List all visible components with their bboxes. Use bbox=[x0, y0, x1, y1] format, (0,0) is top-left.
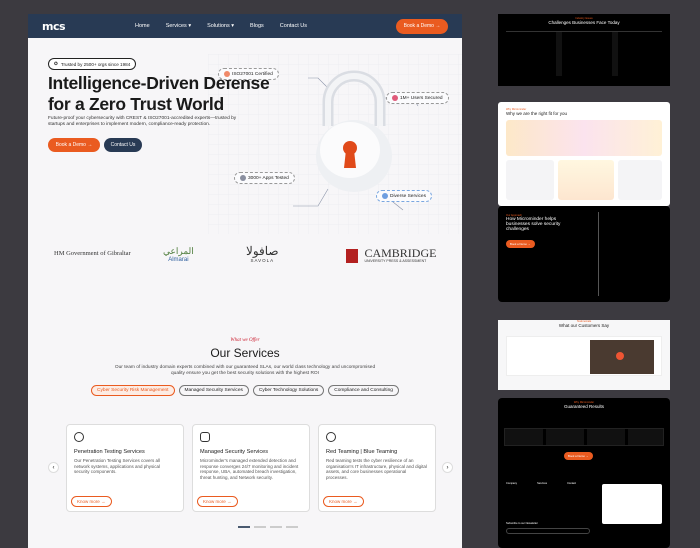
nav-blogs[interactable]: Blogs bbox=[250, 23, 264, 29]
gibraltar-logo: HM Government of Gibraltar bbox=[54, 250, 131, 257]
apps-tested-pill: 3000+ Apps Tested bbox=[234, 172, 295, 184]
nav-home[interactable]: Home bbox=[135, 23, 150, 29]
trusted-badge: ✪ Trusted by 2500+ orgs since 1984 bbox=[48, 58, 137, 70]
crest-icon bbox=[346, 248, 358, 263]
padlock-illustration bbox=[316, 70, 392, 192]
know-more-button[interactable]: Know more → bbox=[197, 496, 238, 507]
tab-managed-security[interactable]: Managed Security Services bbox=[178, 385, 249, 397]
hero-book-demo-button[interactable]: Book a Demo → bbox=[48, 138, 100, 152]
iso-certified-pill: ISO27001 Certified bbox=[218, 68, 279, 80]
shield-icon bbox=[200, 432, 210, 442]
section-description: Our team of industry domain experts comb… bbox=[114, 365, 376, 377]
service-tabs: Cyber Security Risk Management Managed S… bbox=[28, 385, 462, 397]
section-title: Our Services bbox=[210, 346, 280, 360]
carousel-dot[interactable] bbox=[238, 526, 250, 528]
know-more-button[interactable]: Know more → bbox=[71, 496, 112, 507]
carousel-dots bbox=[238, 526, 298, 528]
nav-links: Home Services ▾ Solutions ▾ Blogs Contac… bbox=[135, 23, 307, 29]
users-icon bbox=[392, 95, 398, 101]
section-eyebrow: What we Offer bbox=[230, 338, 260, 343]
nav-book-demo-button[interactable]: Book a Demo → bbox=[396, 18, 448, 34]
why-us-panel: Why Microminder Why we are the right fit… bbox=[498, 102, 670, 206]
results-demo-button[interactable]: Book a Demo → bbox=[564, 452, 593, 460]
testimonials-panel: Testimonials What our Customers Say bbox=[498, 320, 670, 390]
carousel-next-button[interactable]: › bbox=[442, 462, 453, 473]
services-section: What we Offer Our Services Our team of i… bbox=[28, 338, 462, 397]
chevron-down-icon: ▾ bbox=[231, 23, 235, 29]
know-more-button[interactable]: Know more → bbox=[323, 496, 364, 507]
landing-page: mcs Home Services ▾ Solutions ▾ Blogs Co… bbox=[28, 14, 462, 548]
brand-logo[interactable]: mcs bbox=[42, 20, 66, 33]
top-nav: mcs Home Services ▾ Solutions ▾ Blogs Co… bbox=[28, 14, 462, 38]
target-icon bbox=[74, 432, 84, 442]
approach-demo-button[interactable]: Book a Demo → bbox=[506, 240, 535, 248]
carousel-dot[interactable] bbox=[270, 526, 282, 528]
results-panel: Why Microminder Guaranteed Results Book … bbox=[498, 398, 670, 548]
tab-risk-management[interactable]: Cyber Security Risk Management bbox=[91, 385, 175, 397]
cambridge-logo: CAMBRIDGE UNIVERSITY PRESS & ASSESSMENT bbox=[346, 247, 436, 265]
challenges-panel: Industry Issues Challenges Businesses Fa… bbox=[498, 14, 670, 86]
carousel-dot[interactable] bbox=[254, 526, 266, 528]
challenges-grid bbox=[506, 31, 662, 77]
carousel-dot[interactable] bbox=[286, 526, 298, 528]
diverse-services-pill: Diverse Services bbox=[376, 190, 432, 202]
team-icon bbox=[326, 432, 336, 442]
services-icon bbox=[382, 193, 388, 199]
carousel-prev-button[interactable]: ‹ bbox=[48, 462, 59, 473]
service-card[interactable]: Penetration Testing Services Our Penetra… bbox=[66, 424, 184, 512]
tab-technology-solutions[interactable]: Cyber Technology Solutions bbox=[252, 385, 325, 397]
service-card[interactable]: Managed Security Services Microminder's … bbox=[192, 424, 310, 512]
page-preview-column: Industry Issues Challenges Businesses Fa… bbox=[498, 14, 670, 548]
nav-solutions[interactable]: Solutions ▾ bbox=[207, 23, 234, 29]
hero-subtitle: Future-proof your cybersecurity with CRE… bbox=[48, 116, 237, 127]
almarai-logo: المراعي Almarai bbox=[163, 246, 194, 263]
star-icon: ✪ bbox=[54, 61, 58, 66]
certificate-icon bbox=[224, 71, 230, 77]
nav-services[interactable]: Services ▾ bbox=[166, 23, 191, 29]
savola-logo: صافولا SAVOLA bbox=[246, 244, 279, 263]
service-card[interactable]: Red Teaming | Blue Teaming Red teaming t… bbox=[318, 424, 436, 512]
tab-compliance[interactable]: Compliance and Consulting bbox=[328, 385, 399, 397]
apps-icon bbox=[240, 175, 246, 181]
nav-contact[interactable]: Contact Us bbox=[280, 23, 307, 29]
users-secured-pill: 1M+ Users Secured bbox=[386, 92, 449, 104]
approach-panel: Our Approach How Microminder helps busin… bbox=[498, 206, 670, 302]
hero-contact-button[interactable]: Contact Us bbox=[104, 138, 142, 152]
chevron-down-icon: ▾ bbox=[188, 23, 192, 29]
